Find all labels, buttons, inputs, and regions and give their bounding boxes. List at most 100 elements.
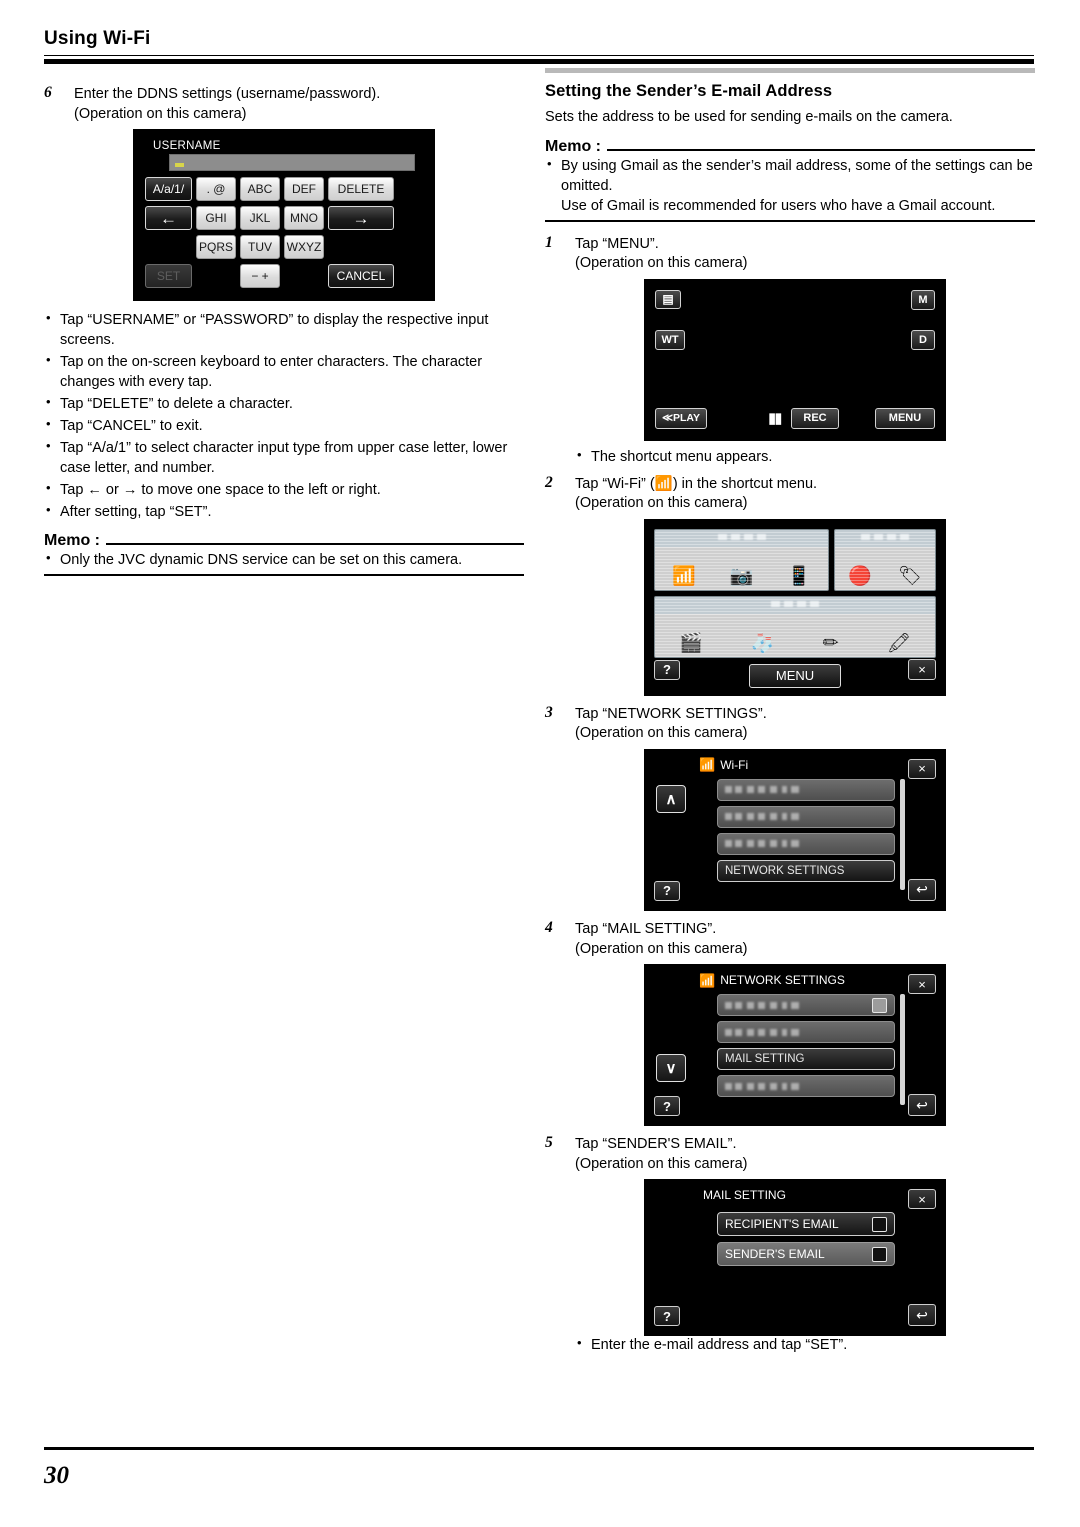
help-button[interactable]: ? bbox=[654, 880, 680, 901]
right-memo-bottom-rule bbox=[545, 219, 1035, 222]
key-jkl[interactable]: JKL bbox=[240, 206, 280, 231]
back-icon[interactable]: ↩ bbox=[908, 1304, 936, 1327]
list-item-label: RECIPIENT'S EMAIL bbox=[725, 1217, 839, 1232]
close-icon[interactable]: × bbox=[908, 758, 936, 779]
camera-to-phone-icon[interactable]: 📱 bbox=[787, 567, 811, 586]
left-memo-list: Only the JVC dynamic DNS service can be … bbox=[44, 549, 524, 570]
page-title: Using Wi-Fi bbox=[44, 28, 151, 49]
step-6-line1: Enter the DDNS settings (username/passwo… bbox=[74, 86, 381, 102]
key-delete[interactable]: DELETE bbox=[328, 177, 394, 202]
key-mno[interactable]: MNO bbox=[284, 206, 324, 231]
record-off-icon[interactable]: 🔴 bbox=[848, 567, 872, 586]
help-button[interactable]: ? bbox=[654, 1306, 680, 1327]
name-tag-icon[interactable]: 🏷 bbox=[898, 567, 922, 586]
step-1-line2: (Operation on this camera) bbox=[575, 255, 748, 272]
panel-label-blur bbox=[835, 533, 935, 540]
shortcut-panel-record[interactable]: 🔴 🏷 bbox=[834, 528, 936, 591]
clapperboard-icon[interactable]: 🎬 bbox=[679, 634, 703, 653]
list-item[interactable] bbox=[717, 832, 895, 855]
step-5-note-list: Enter the e-mail address and tap “SET”. bbox=[575, 1334, 1035, 1355]
scroll-down-button[interactable]: ∨ bbox=[656, 1054, 686, 1083]
wifi-icon[interactable]: 📶 bbox=[672, 567, 696, 586]
scroll-up-button[interactable]: ∧ bbox=[656, 784, 686, 813]
key-abc[interactable]: ABC bbox=[240, 177, 280, 202]
key-def[interactable]: DEF bbox=[284, 177, 324, 202]
list-item[interactable] bbox=[717, 805, 895, 828]
key-minus-plus[interactable]: − + bbox=[240, 264, 280, 289]
list-item-recipients-email[interactable]: RECIPIENT'S EMAIL bbox=[717, 1212, 895, 1237]
memo-rule bbox=[607, 148, 1035, 151]
step-6-line2: (Operation on this camera) bbox=[74, 105, 247, 122]
zoom-wt-button[interactable]: WT bbox=[655, 329, 685, 350]
video-mode-icon[interactable]: ▤ bbox=[655, 289, 681, 309]
checkbox[interactable] bbox=[872, 1246, 887, 1262]
list-item-network-settings[interactable]: NETWORK SETTINGS bbox=[717, 859, 895, 882]
list-item: By using Gmail as the sender’s mail addr… bbox=[545, 155, 1035, 216]
close-icon[interactable]: × bbox=[908, 658, 936, 680]
text-input-field[interactable] bbox=[169, 154, 415, 172]
list-item-senders-email[interactable]: SENDER'S EMAIL bbox=[717, 1242, 895, 1267]
step-4-line1: Tap “MAIL SETTING”. bbox=[575, 920, 717, 937]
step-4-line2: (Operation on this camera) bbox=[575, 940, 748, 957]
back-icon[interactable]: ↩ bbox=[908, 878, 936, 901]
list-item: The shortcut menu appears. bbox=[575, 446, 1035, 467]
key-cancel[interactable]: CANCEL bbox=[328, 264, 394, 289]
menu-list: NETWORK SETTINGS bbox=[717, 778, 905, 890]
key-set[interactable]: SET bbox=[145, 264, 192, 289]
wifi-icon: 📶 bbox=[699, 972, 716, 988]
key-tuv[interactable]: TUV bbox=[240, 235, 280, 260]
step-1-note-list: The shortcut menu appears. bbox=[575, 446, 1035, 467]
key-pqrs[interactable]: PQRS bbox=[196, 235, 236, 260]
step-3-number: 3 bbox=[545, 703, 553, 721]
menu-button[interactable]: MENU bbox=[875, 407, 935, 429]
section-title: Setting the Sender’s E-mail Address bbox=[545, 82, 833, 100]
checkbox[interactable] bbox=[872, 997, 887, 1013]
rec-button[interactable]: REC bbox=[791, 407, 839, 429]
blurred-label bbox=[725, 1028, 799, 1036]
back-icon[interactable]: ↩ bbox=[908, 1094, 936, 1117]
checkbox[interactable] bbox=[872, 1216, 887, 1232]
step-4-number: 4 bbox=[545, 918, 553, 936]
list-item[interactable] bbox=[717, 778, 895, 801]
list-item: Tap “A/a/1” to select character input ty… bbox=[44, 437, 524, 478]
camera-to-paper-icon[interactable]: 📷 bbox=[730, 567, 754, 586]
shortcut-panel-wifi[interactable]: 📶 📷 📱 bbox=[654, 528, 829, 591]
help-button[interactable]: ? bbox=[654, 659, 680, 680]
help-button[interactable]: ? bbox=[654, 1096, 680, 1117]
header-rule-thick bbox=[44, 59, 1034, 64]
key-ghi[interactable]: GHI bbox=[196, 206, 236, 231]
shortcut-panel-effects[interactable]: 🎬 🧦 ✏ 🖍 bbox=[654, 595, 936, 658]
step-3-line2: (Operation on this camera) bbox=[575, 725, 748, 742]
keyboard-screen-title: USERNAME bbox=[153, 140, 221, 153]
key-wxyz[interactable]: WXYZ bbox=[284, 235, 324, 260]
close-icon[interactable]: × bbox=[908, 974, 936, 995]
glasses-mustache-icon[interactable]: 🧦 bbox=[751, 634, 775, 653]
key-dot-at[interactable]: . @ bbox=[196, 177, 236, 202]
close-icon[interactable]: × bbox=[908, 1189, 936, 1210]
scrollbar[interactable] bbox=[900, 778, 905, 890]
display-button[interactable]: D bbox=[911, 329, 935, 350]
list-item[interactable] bbox=[717, 1075, 895, 1098]
key-case-toggle[interactable]: A/a/1/ bbox=[145, 177, 192, 202]
step-2-line1: Tap “Wi-Fi” (📶) in the shortcut menu. bbox=[575, 475, 1035, 495]
pencils-icon[interactable]: ✏ bbox=[823, 634, 839, 653]
keyboard-row-4: SET − + CANCEL bbox=[145, 263, 423, 289]
step-1-number: 1 bbox=[545, 233, 553, 251]
key-right-arrow[interactable]: → bbox=[328, 206, 394, 231]
list-item-mail-setting[interactable]: MAIL SETTING bbox=[717, 1048, 895, 1071]
manual-mode-button[interactable]: M bbox=[911, 289, 935, 310]
step-3-line1: Tap “NETWORK SETTINGS”. bbox=[575, 705, 767, 722]
scrollbar[interactable] bbox=[900, 994, 905, 1106]
list-item: Tap “USERNAME” or “PASSWORD” to display … bbox=[44, 309, 524, 350]
screen-title-text: MAIL SETTING bbox=[703, 1188, 786, 1203]
play-button[interactable]: ≪PLAY bbox=[655, 407, 707, 429]
memo-rule bbox=[106, 543, 524, 546]
key-left-arrow[interactable]: ← bbox=[145, 206, 192, 231]
stamp-icon[interactable]: 🖍 bbox=[887, 634, 911, 653]
keyboard-row-1: A/a/1/ . @ ABC DEF DELETE bbox=[145, 176, 423, 202]
list-item[interactable] bbox=[717, 994, 895, 1017]
page-number: 30 bbox=[44, 1462, 69, 1489]
menu-button[interactable]: MENU bbox=[749, 663, 841, 688]
list-item[interactable] bbox=[717, 1021, 895, 1044]
shortcut-bottom-bar: ? MENU × bbox=[646, 658, 944, 688]
